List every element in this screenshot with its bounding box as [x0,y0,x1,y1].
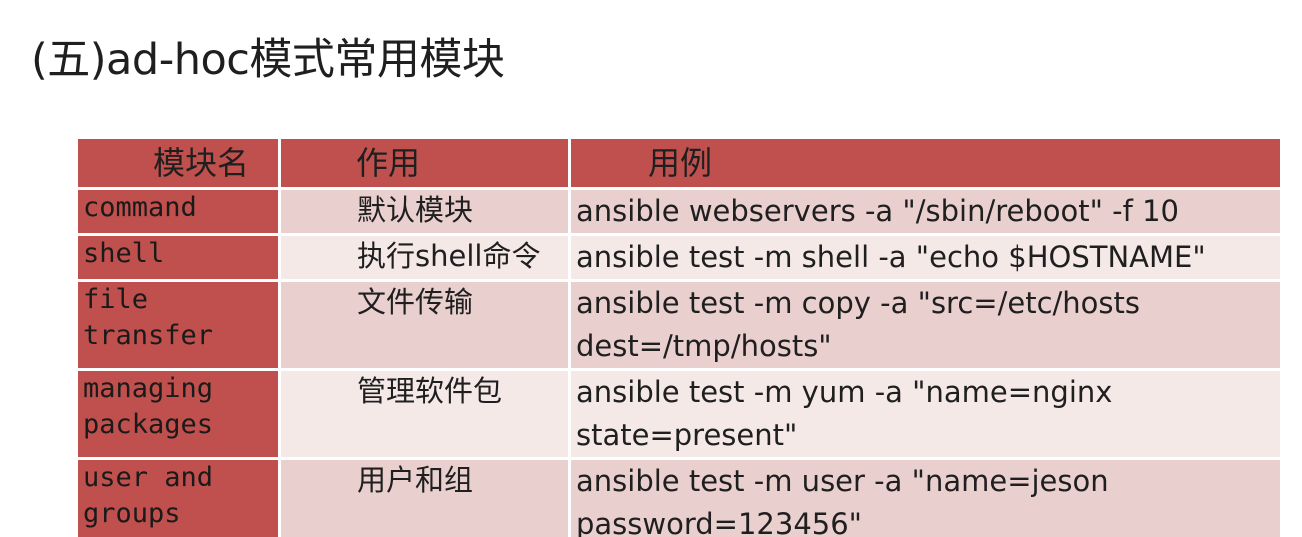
example-line: dest=/tmp/hosts" [576,329,832,363]
example-text: ansible webservers -a "/sbin/reboot" -f … [576,194,1179,228]
purpose-cell: 执行shell命令 [278,233,571,282]
table-row: file transfer 文件传输 ansible test -m copy … [75,279,1283,371]
module-name: shell [83,238,165,269]
module-name-line: transfer [83,320,214,351]
purpose-cell: 用户和组 [278,457,571,537]
module-name-line: user and [83,462,214,493]
table-row: managing packages 管理软件包 ansible test -m … [75,368,1283,460]
example-cell: ansible test -m shell -a "echo $HOSTNAME… [568,233,1283,282]
example-line: ansible test -m yum -a "name=nginx [576,375,1113,409]
module-name: command [83,192,197,223]
purpose-cell: 管理软件包 [278,368,571,460]
module-name-line: managing [83,373,214,404]
example-cell: ansible test -m copy -a "src=/etc/hosts … [568,279,1283,371]
example-cell: ansible webservers -a "/sbin/reboot" -f … [568,187,1283,236]
purpose-cell: 文件传输 [278,279,571,371]
header-module-name: 模块名 [75,136,281,190]
purpose-text: 执行shell命令 [357,239,541,273]
module-name-cell: user and groups [75,457,281,537]
module-name-cell: shell [75,233,281,282]
purpose-text: 默认模块 [357,193,474,227]
module-name-cell: command [75,187,281,236]
module-name-line: packages [83,409,214,440]
modules-table: 模块名 作用 用例 command 默认模块 ansible webserver… [75,136,1283,537]
example-text: ansible test -m shell -a "echo $HOSTNAME… [576,240,1206,274]
example-line: ansible test -m user -a "name=jeson [576,464,1109,498]
example-line: ansible test -m copy -a "src=/etc/hosts [576,286,1140,320]
example-cell: ansible test -m yum -a "name=nginx state… [568,368,1283,460]
table-row: command 默认模块 ansible webservers -a "/sbi… [75,187,1283,236]
page-title: (五)ad-hoc模式常用模块 [31,35,505,85]
table-row: user and groups 用户和组 ansible test -m use… [75,457,1283,537]
example-line: password=123456" [576,507,863,537]
purpose-text: 用户和组 [357,463,474,497]
header-purpose: 作用 [278,136,571,190]
purpose-cell: 默认模块 [278,187,571,236]
purpose-text: 管理软件包 [357,374,503,408]
example-line: state=present" [576,418,798,452]
module-name-line: file [83,284,149,315]
table-header-row: 模块名 作用 用例 [75,136,1283,190]
module-name-line: groups [83,498,181,529]
purpose-text: 文件传输 [357,285,474,319]
module-name-cell: managing packages [75,368,281,460]
module-name-cell: file transfer [75,279,281,371]
table-row: shell 执行shell命令 ansible test -m shell -a… [75,233,1283,282]
header-example: 用例 [568,136,1283,190]
example-cell: ansible test -m user -a "name=jeson pass… [568,457,1283,537]
